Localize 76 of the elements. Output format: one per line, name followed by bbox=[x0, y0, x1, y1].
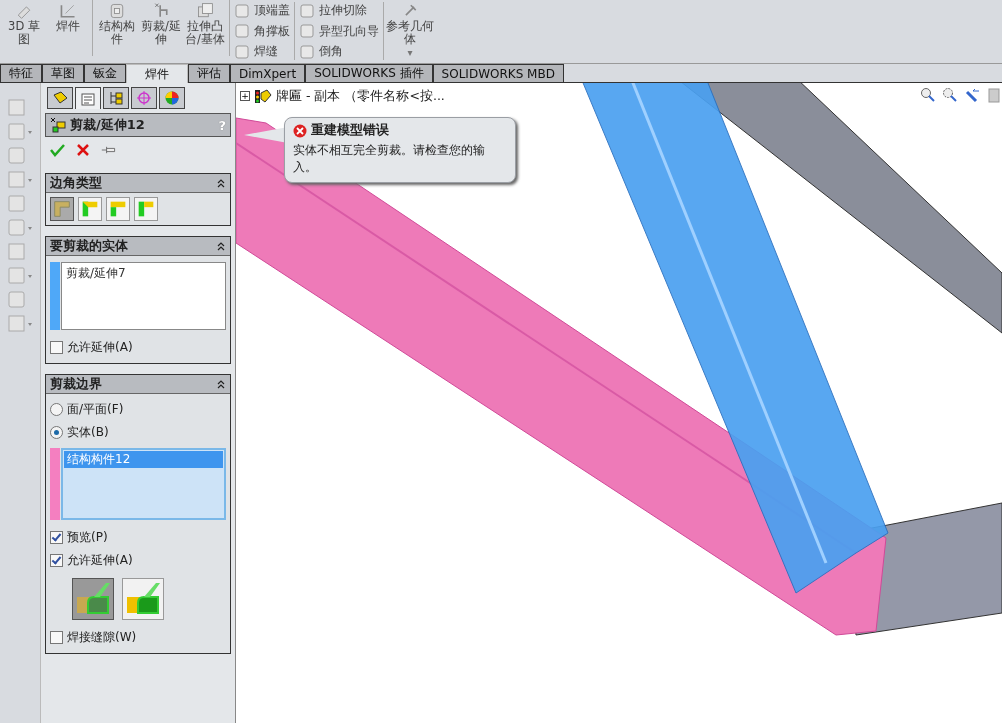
corner-option-icon[interactable] bbox=[78, 197, 102, 221]
error-icon bbox=[293, 123, 307, 138]
corner-option-icon[interactable] bbox=[50, 197, 74, 221]
toolbar-button[interactable]: 参考几何体 ▾ bbox=[384, 0, 436, 59]
radio-icon[interactable] bbox=[50, 403, 63, 416]
error-message: 实体不相互完全剪裁。请检查您的输入。 bbox=[293, 142, 486, 176]
checkbox[interactable]: 允许延伸(A) bbox=[50, 336, 133, 359]
tab[interactable]: 草图 bbox=[42, 64, 84, 82]
tab[interactable]: 评估 bbox=[188, 64, 230, 82]
list-item[interactable]: 剪裁/延伸7 bbox=[66, 265, 221, 282]
toolbar-button[interactable]: 剪裁/延伸 bbox=[139, 0, 183, 56]
toolbar-button[interactable]: 3D 草图 bbox=[2, 0, 46, 56]
tree-icon bbox=[107, 90, 125, 106]
checkbox[interactable]: 允许延伸(A) bbox=[50, 549, 133, 572]
configuration-tab[interactable] bbox=[103, 87, 129, 109]
tab[interactable]: 钣金 bbox=[84, 64, 126, 82]
radio-button[interactable]: 面/平面(F) bbox=[50, 398, 124, 421]
tool-icon bbox=[234, 23, 250, 39]
checkbox-icon[interactable] bbox=[50, 631, 63, 644]
collapse-icon[interactable] bbox=[216, 241, 226, 251]
toolbar-button[interactable]: 拉伸凸台/基体 bbox=[183, 0, 227, 56]
collapse-icon[interactable] bbox=[216, 178, 226, 188]
checkbox-icon[interactable] bbox=[50, 341, 63, 354]
part-icon bbox=[254, 87, 272, 105]
property-tab[interactable] bbox=[75, 87, 101, 109]
trim-option-icon[interactable] bbox=[122, 578, 164, 620]
toolbar-button[interactable]: 焊件 bbox=[46, 0, 90, 56]
tab[interactable]: SOLIDWORKS 插件 bbox=[305, 64, 433, 82]
previous-view-icon[interactable] bbox=[964, 87, 980, 103]
checkbox[interactable]: 焊接缝隙(W) bbox=[50, 626, 137, 649]
error-title: 重建模型错误 bbox=[311, 122, 389, 139]
tool-icon bbox=[234, 43, 250, 60]
ok-icon[interactable] bbox=[49, 142, 65, 158]
tree-item[interactable]: 牌匾 - 副本 （零件名称<按... bbox=[276, 87, 445, 105]
panel-title: 剪裁/延伸12 bbox=[70, 116, 146, 134]
toolbar-button[interactable]: 焊缝 bbox=[234, 43, 290, 60]
tab[interactable]: SOLIDWORKS MBD bbox=[432, 64, 564, 82]
trim-icon bbox=[50, 117, 66, 133]
section-title: 要剪裁的实体 bbox=[50, 237, 128, 255]
selection-color-bar bbox=[50, 448, 60, 520]
toolbar-button[interactable]: 结构构件 bbox=[95, 0, 139, 56]
color-ball-icon bbox=[163, 90, 181, 106]
selection-color-bar bbox=[50, 262, 60, 330]
toolbar-button[interactable]: 角撑板 bbox=[234, 22, 290, 40]
tool-icon bbox=[299, 23, 315, 39]
zoom-icon[interactable] bbox=[920, 87, 936, 103]
zoom-icon[interactable] bbox=[942, 87, 958, 103]
checkbox-icon[interactable] bbox=[50, 554, 63, 567]
tab[interactable]: 焊件 bbox=[126, 64, 188, 83]
feature-tree-tab[interactable] bbox=[47, 87, 73, 109]
collapse-icon[interactable] bbox=[216, 379, 226, 389]
toolbar-button[interactable]: 异型孔向导 bbox=[299, 22, 379, 40]
radio-icon[interactable] bbox=[50, 426, 63, 439]
corner-option-icon[interactable] bbox=[134, 197, 158, 221]
selection-list[interactable]: 剪裁/延伸7 bbox=[61, 262, 226, 330]
checkbox[interactable]: 预览(P) bbox=[50, 526, 108, 549]
crosshair-tab[interactable] bbox=[131, 87, 157, 109]
tab[interactable]: 特征 bbox=[0, 64, 42, 82]
expand-button[interactable]: + bbox=[240, 91, 250, 101]
trim-option-icon[interactable] bbox=[72, 578, 114, 620]
toolbar-button[interactable]: 拉伸切除 bbox=[299, 2, 379, 19]
tab[interactable]: DimXpert bbox=[230, 64, 306, 82]
sheet-icon bbox=[79, 90, 97, 107]
toolbar-button[interactable]: 顶端盖 bbox=[234, 2, 290, 19]
corner-option-icon[interactable] bbox=[106, 197, 130, 221]
cancel-icon[interactable] bbox=[75, 142, 91, 158]
crosshair-icon bbox=[135, 90, 153, 106]
section-view-icon[interactable] bbox=[986, 87, 1002, 103]
appearance-tab[interactable] bbox=[159, 87, 185, 109]
section-title: 边角类型 bbox=[50, 174, 102, 192]
toolbar-button[interactable]: 倒角 bbox=[299, 43, 379, 60]
tool-icon bbox=[299, 43, 315, 60]
radio-button[interactable]: 实体(B) bbox=[50, 421, 109, 444]
part-icon bbox=[51, 90, 69, 106]
section-title: 剪裁边界 bbox=[50, 375, 102, 393]
checkbox-icon[interactable] bbox=[50, 531, 63, 544]
